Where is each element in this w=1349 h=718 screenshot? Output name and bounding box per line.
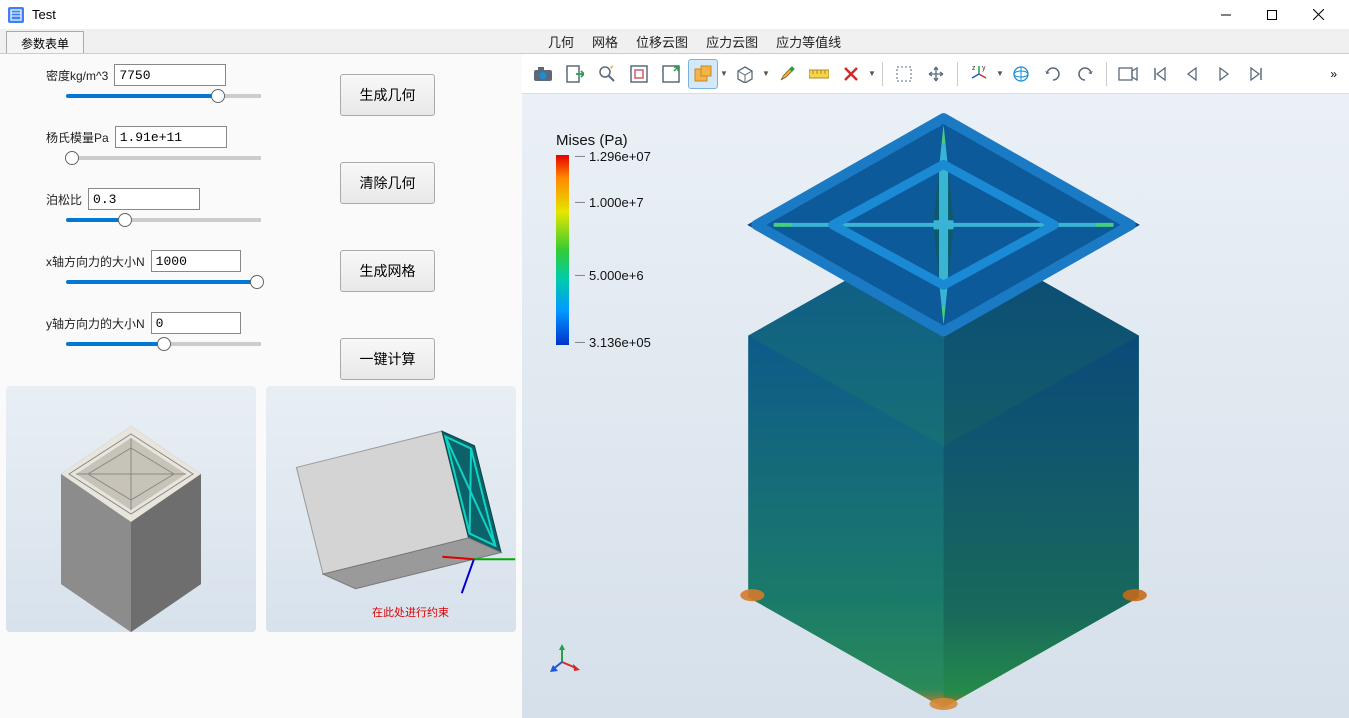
poisson-input[interactable] (88, 188, 200, 210)
youngs-slider[interactable] (66, 156, 261, 160)
axis-dropdown-icon[interactable]: ▼ (996, 69, 1004, 78)
constraint-label: 在此处进行约束 (372, 604, 449, 620)
delete-icon[interactable] (836, 59, 866, 89)
tab-stress[interactable]: 应力云图 (706, 32, 758, 51)
legend-tick: 3.136e+05 (575, 335, 651, 350)
legend-tick: 1.296e+07 (575, 149, 651, 164)
tab-geometry[interactable]: 几何 (548, 32, 574, 51)
right-panel: ▼ ▼ ▼ zy▼ » Mises (Pa) (522, 54, 1349, 718)
tab-mesh[interactable]: 网格 (592, 32, 618, 51)
forcey-label: y轴方向力的大小N (46, 315, 145, 332)
forcey-slider[interactable] (66, 342, 261, 346)
stress-plot (522, 94, 1349, 718)
poisson-label: 泊松比 (46, 191, 82, 208)
compute-button[interactable]: 一键计算 (340, 338, 435, 380)
globe-icon[interactable] (1006, 59, 1036, 89)
toolbar-overflow[interactable]: » (1330, 67, 1343, 81)
rotate-ccw-icon[interactable] (1070, 59, 1100, 89)
youngs-input[interactable] (115, 126, 227, 148)
box-dropdown-icon[interactable]: ▼ (720, 69, 728, 78)
select-rect-icon[interactable] (889, 59, 919, 89)
density-label: 密度kg/m^3 (46, 67, 108, 84)
ruler-icon[interactable] (804, 59, 834, 89)
video-icon[interactable] (1113, 59, 1143, 89)
menubar: 参数表单 几何 网格 位移云图 应力云图 应力等值线 (0, 30, 1349, 54)
export-icon[interactable] (560, 59, 590, 89)
clear-geometry-button[interactable]: 清除几何 (340, 162, 435, 204)
axis-triad-icon (550, 644, 580, 674)
density-slider[interactable] (66, 94, 261, 98)
forcex-slider[interactable] (66, 280, 261, 284)
play-icon[interactable] (1209, 59, 1239, 89)
legend-colorbar (556, 155, 569, 345)
viewport-3d[interactable]: Mises (Pa) 1.296e+07 1.000e+7 5.000e+6 3… (522, 94, 1349, 718)
generate-mesh-button[interactable]: 生成网格 (340, 250, 435, 292)
viewport-toolbar: ▼ ▼ ▼ zy▼ » (522, 54, 1349, 94)
tab-stress-contour[interactable]: 应力等值线 (776, 32, 841, 51)
tab-params[interactable]: 参数表单 (6, 31, 84, 53)
legend-ticks: 1.296e+07 1.000e+7 5.000e+6 3.136e+05 (575, 155, 645, 345)
cube-dropdown-icon[interactable]: ▼ (762, 69, 770, 78)
brush-icon[interactable] (772, 59, 802, 89)
forcex-input[interactable] (151, 250, 241, 272)
step-back-icon[interactable] (1177, 59, 1207, 89)
cube-icon[interactable] (730, 59, 760, 89)
legend-tick: 1.000e+7 (575, 195, 644, 210)
forcex-label: x轴方向力的大小N (46, 253, 145, 270)
pan-icon[interactable] (921, 59, 951, 89)
box-select-icon[interactable] (688, 59, 718, 89)
constraint-preview: 在此处进行约束 (266, 386, 516, 632)
legend-tick: 5.000e+6 (575, 268, 644, 283)
right-tabs: 几何 网格 位移云图 应力云图 应力等值线 (540, 30, 841, 53)
maximize-button[interactable] (1249, 0, 1295, 30)
app-icon (8, 7, 24, 23)
zoom-area-icon[interactable] (656, 59, 686, 89)
skip-start-icon[interactable] (1145, 59, 1175, 89)
window-title: Test (32, 7, 1203, 22)
svg-text:z: z (972, 65, 976, 72)
svg-text:y: y (982, 65, 986, 72)
delete-dropdown-icon[interactable]: ▼ (868, 69, 876, 78)
skip-end-icon[interactable] (1241, 59, 1271, 89)
rotate-cw-icon[interactable] (1038, 59, 1068, 89)
axis-icon[interactable]: zy (964, 59, 994, 89)
color-legend: Mises (Pa) 1.296e+07 1.000e+7 5.000e+6 3… (556, 132, 645, 345)
legend-title: Mises (Pa) (556, 132, 645, 149)
generate-geometry-button[interactable]: 生成几何 (340, 74, 435, 116)
tab-displacement[interactable]: 位移云图 (636, 32, 688, 51)
density-input[interactable] (114, 64, 226, 86)
geometry-preview (6, 386, 256, 632)
forcey-input[interactable] (151, 312, 241, 334)
poisson-slider[interactable] (66, 218, 261, 222)
youngs-label: 杨氏模量Pa (46, 129, 109, 146)
fit-window-icon[interactable] (624, 59, 654, 89)
camera-icon[interactable] (528, 59, 558, 89)
titlebar: Test (0, 0, 1349, 30)
close-button[interactable] (1295, 0, 1341, 30)
zoom-icon[interactable] (592, 59, 622, 89)
left-panel: 密度kg/m^3 杨氏模量Pa 泊松比 (0, 54, 522, 718)
minimize-button[interactable] (1203, 0, 1249, 30)
